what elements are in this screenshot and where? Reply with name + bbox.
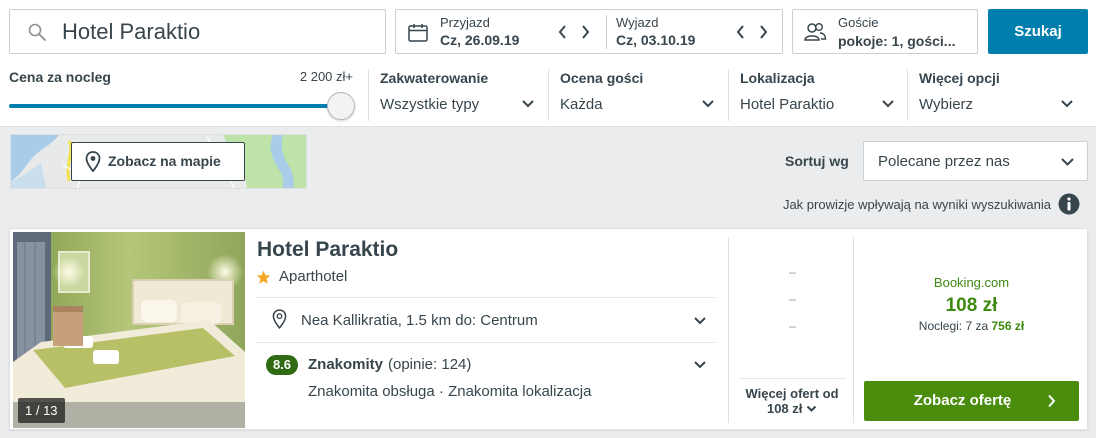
- nights-prefix: Noclegi: 7 za: [918, 319, 989, 333]
- checkin-date[interactable]: Przyjazd Cz, 26.09.19: [440, 15, 519, 49]
- empty-offer-placeholder: –: [789, 319, 796, 333]
- view-offer-button[interactable]: Zobacz ofertę: [864, 381, 1079, 421]
- sort-select[interactable]: Polecane przez nas: [863, 141, 1088, 181]
- filter-divider: [548, 69, 549, 121]
- top-search-bar: Hotel Paraktio Przyjazd Cz, 26.09.19 Wyj…: [0, 0, 1096, 63]
- checkin-label: Przyjazd: [440, 15, 490, 30]
- search-button[interactable]: Szukaj: [988, 9, 1088, 54]
- date-picker[interactable]: Przyjazd Cz, 26.09.19 Wyjazd Cz, 03.10.1…: [395, 9, 783, 54]
- price-filter-max: 2 200 zł+: [299, 69, 353, 84]
- hotel-type: Aparthotel: [279, 268, 348, 285]
- guests-label: Goście: [838, 15, 879, 30]
- filter-location-value: Hotel Paraktio: [740, 96, 835, 113]
- calendar-icon: [408, 24, 428, 42]
- info-icon[interactable]: [1058, 193, 1080, 215]
- checkin-value: Cz, 26.09.19: [440, 32, 520, 48]
- chevron-down-icon: [522, 100, 534, 108]
- rating-word[interactable]: Znakomity: [308, 356, 383, 373]
- divider: [257, 297, 716, 298]
- empty-offer-placeholder: –: [789, 265, 796, 279]
- checkin-prev-day-icon[interactable]: [558, 22, 568, 42]
- destination-search-value: Hotel Paraktio: [62, 19, 201, 44]
- offer-price: 108 zł: [945, 295, 998, 316]
- filter-rating[interactable]: Ocena gości Każda: [548, 63, 728, 126]
- rating-count[interactable]: (opinie: 124): [388, 356, 471, 373]
- price-slider-handle[interactable]: [327, 92, 355, 120]
- hotel-photo[interactable]: 1 / 13: [13, 232, 245, 428]
- more-offers-price: 108 zł: [766, 401, 803, 416]
- divider: [257, 342, 716, 343]
- more-offers-link[interactable]: Więcej ofert od 108 zł: [734, 386, 850, 416]
- view-offer-label: Zobacz ofertę: [913, 392, 1012, 409]
- filter-bar: Cena za nocleg 2 200 zł+ Zakwaterowanie …: [0, 63, 1096, 127]
- filter-rating-title: Ocena gości: [560, 70, 644, 86]
- star-icon: [256, 270, 271, 284]
- chevron-right-icon: [1048, 394, 1056, 408]
- filter-more-title: Więcej opcji: [919, 70, 1000, 86]
- location-pin-icon: [272, 309, 287, 329]
- date-divider: [606, 15, 607, 49]
- price-slider-track[interactable]: [9, 104, 339, 108]
- checkin-next-day-icon[interactable]: [580, 22, 590, 42]
- chevron-down-icon: [702, 100, 714, 108]
- filter-accommodation[interactable]: Zakwaterowanie Wszystkie typy: [368, 63, 548, 126]
- filter-accommodation-title: Zakwaterowanie: [380, 70, 489, 86]
- checkout-label: Wyjazd: [616, 15, 659, 30]
- hotel-name[interactable]: Hotel Paraktio: [257, 238, 398, 262]
- filter-divider: [728, 69, 729, 121]
- checkout-next-day-icon[interactable]: [758, 22, 768, 42]
- checkin-arrows: [558, 22, 598, 42]
- more-offers-line1: Więcej ofert od: [745, 386, 839, 401]
- photo-counter: 1 / 13: [18, 398, 65, 423]
- rating-score-badge: 8.6: [266, 355, 298, 375]
- filter-rating-value: Każda: [560, 96, 603, 113]
- guests-selector[interactable]: Goście pokoje: 1, gości...: [792, 9, 978, 54]
- more-offers-price-line: 108 zł: [734, 401, 850, 416]
- filter-more-options[interactable]: Więcej opcji Wybierz: [907, 63, 1087, 126]
- map-pin-icon: [85, 151, 101, 172]
- chevron-down-icon: [1061, 100, 1073, 108]
- column-divider: [728, 237, 729, 423]
- sort-label: Sortuj wg: [785, 153, 849, 169]
- search-icon: [28, 23, 46, 41]
- guests-icon: [804, 23, 827, 41]
- chevron-down-icon[interactable]: [693, 360, 707, 369]
- show-on-map-button[interactable]: Zobacz na mapie: [71, 142, 245, 181]
- guests-value: pokoje: 1, gości...: [838, 33, 956, 49]
- filter-accommodation-value: Wszystkie typy: [380, 96, 480, 113]
- chevron-down-icon[interactable]: [693, 316, 707, 325]
- filter-divider: [368, 69, 369, 121]
- divider: [739, 378, 846, 379]
- destination-search-input[interactable]: Hotel Paraktio: [9, 9, 386, 54]
- filter-location-title: Lokalizacja: [740, 70, 815, 86]
- rating-details: Znakomita obsługa · Znakomita lokalizacj…: [308, 383, 592, 400]
- chevron-down-icon: [806, 405, 817, 412]
- commission-info-link[interactable]: Jak prowizje wpływają na wyniki wyszukiw…: [783, 197, 1051, 212]
- checkout-prev-day-icon[interactable]: [736, 22, 746, 42]
- sort-select-value: Polecane przez nas: [878, 153, 1010, 170]
- chevron-down-icon: [1061, 158, 1074, 166]
- offer-nights-total: Noclegi: 7 za 756 zł: [854, 319, 1089, 333]
- filter-location[interactable]: Lokalizacja Hotel Paraktio: [728, 63, 907, 126]
- hotel-result-card[interactable]: 1 / 13 Hotel Paraktio Aparthotel Nea Kal…: [9, 228, 1088, 430]
- chevron-down-icon: [882, 100, 894, 108]
- empty-offer-placeholder: –: [789, 292, 796, 306]
- offer-provider: Booking.com: [933, 275, 1010, 290]
- hotel-location[interactable]: Nea Kallikratia, 1.5 km do: Centrum: [301, 312, 538, 329]
- checkout-value: Cz, 03.10.19: [616, 32, 696, 48]
- nights-total: 756 zł: [991, 319, 1025, 333]
- filter-divider: [907, 69, 908, 121]
- show-on-map-label: Zobacz na mapie: [108, 153, 221, 169]
- price-filter: Cena za nocleg 2 200 zł+: [9, 69, 355, 123]
- checkout-date[interactable]: Wyjazd Cz, 03.10.19: [616, 15, 695, 49]
- price-filter-title: Cena za nocleg: [9, 69, 111, 85]
- checkout-arrows: [736, 22, 776, 42]
- filter-more-value: Wybierz: [919, 96, 974, 113]
